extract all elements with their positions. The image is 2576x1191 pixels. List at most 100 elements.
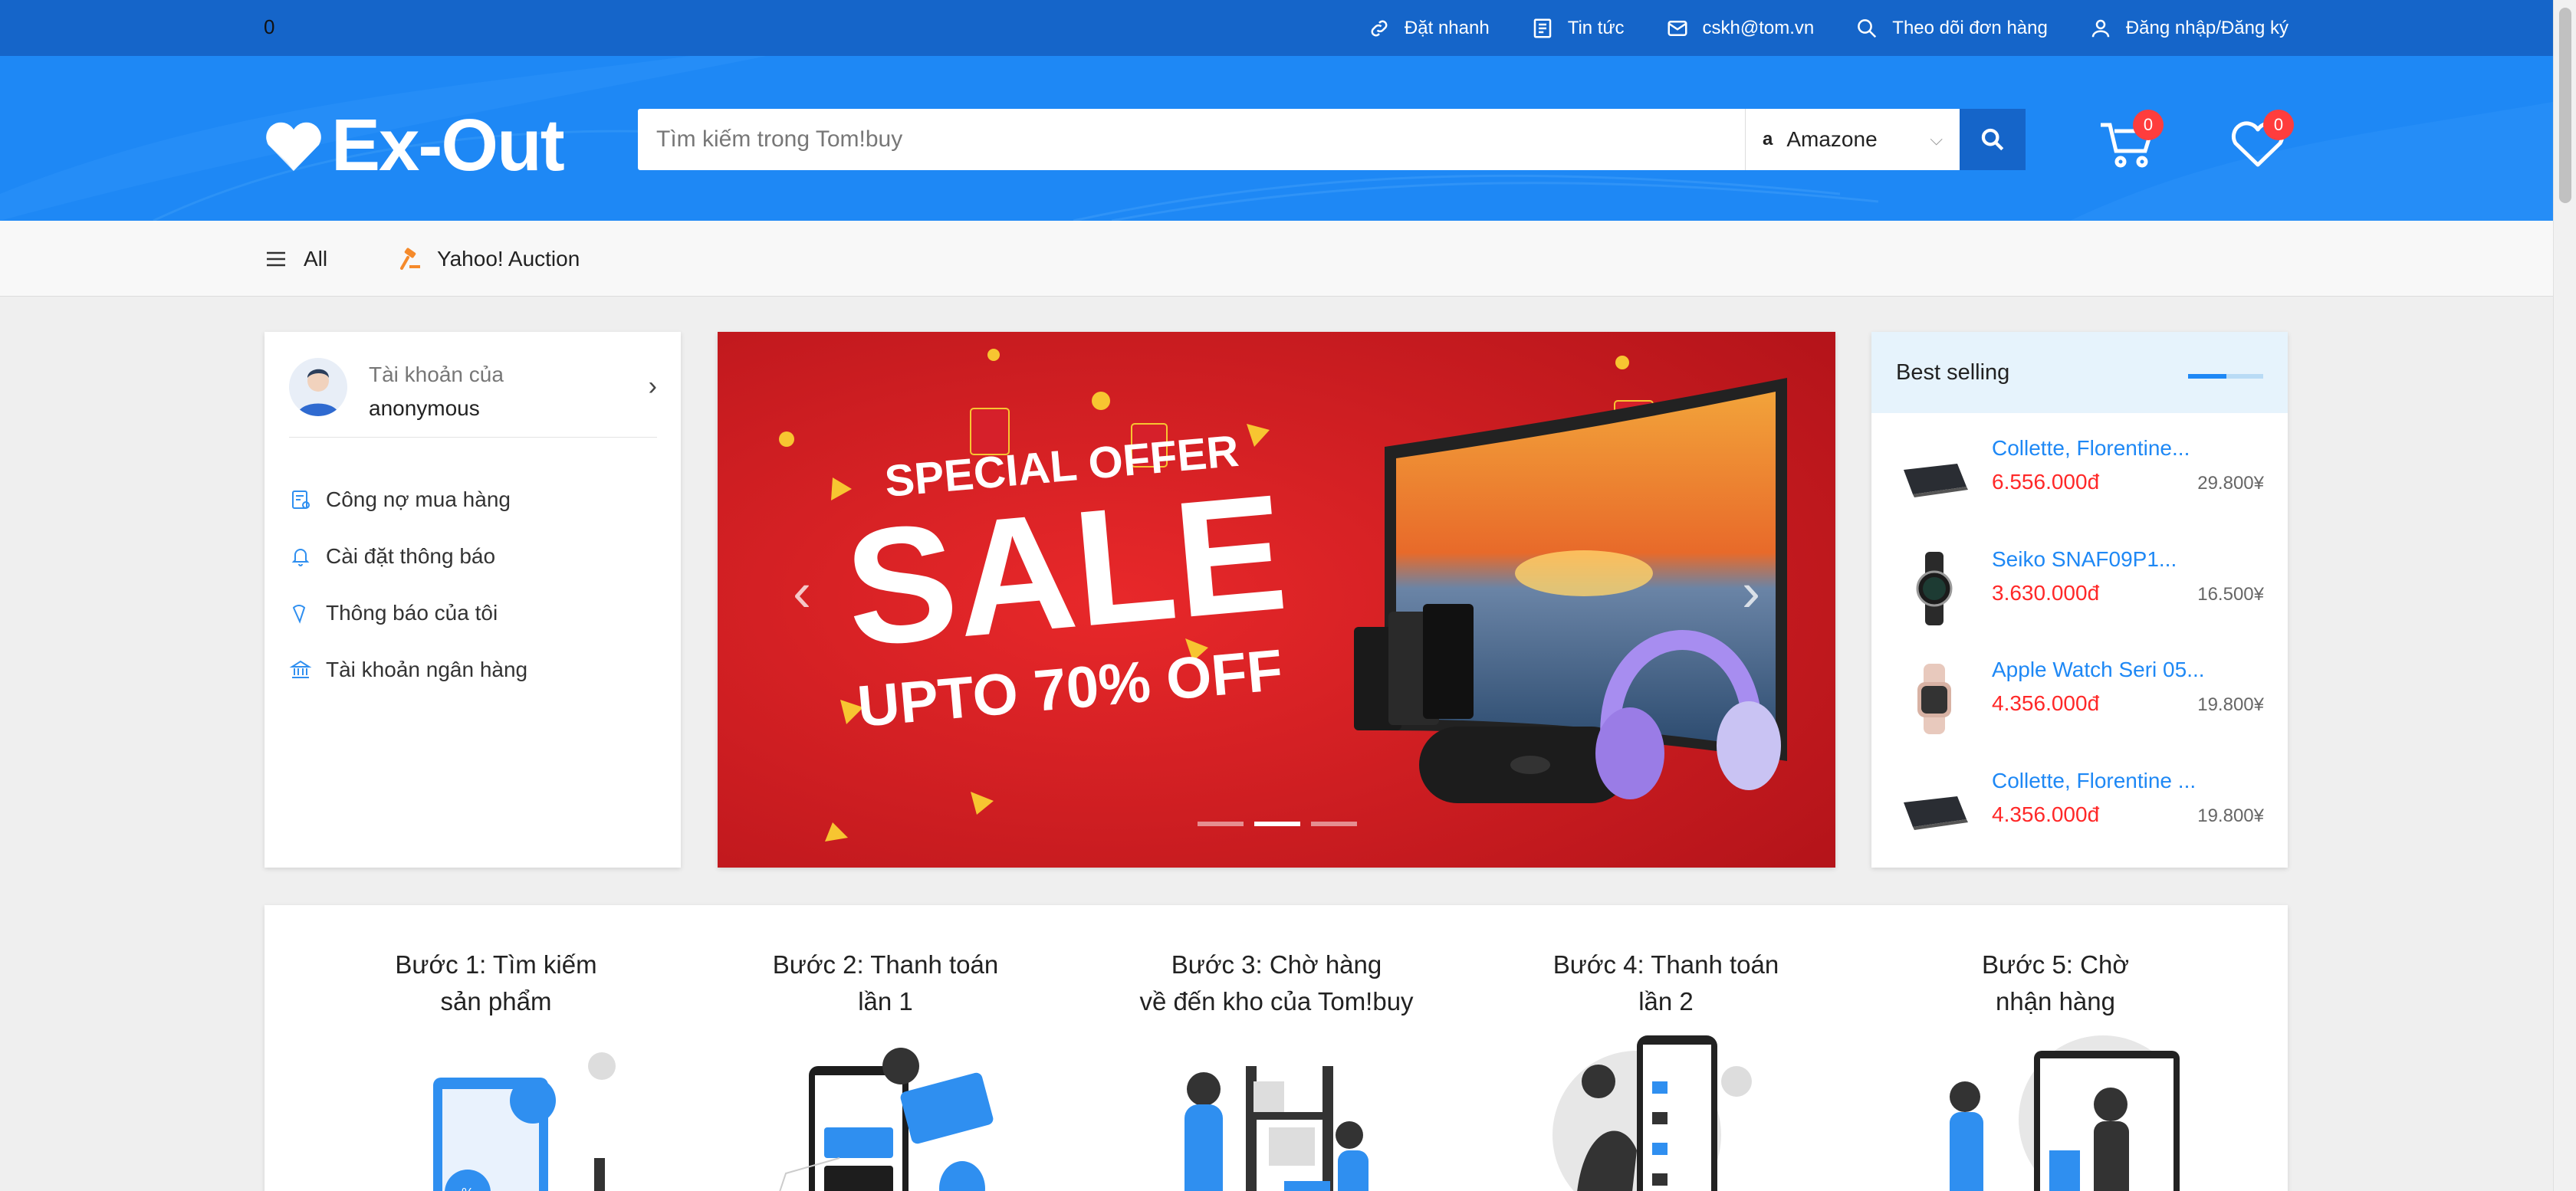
cart-button[interactable]: 0 [2098, 110, 2164, 176]
login-link[interactable]: Đăng nhập/Đăng ký [2089, 17, 2288, 40]
category-all[interactable]: All [264, 221, 327, 297]
order-steps-panel: Bước 1: Tìm kiếm sản phẩm Bước 2: Thanh … [264, 905, 2288, 1191]
menu-notification-settings[interactable]: Cài đặt thông báo [289, 528, 527, 585]
best-selling-header: Best selling [1871, 332, 2288, 413]
notification-icon [292, 605, 306, 624]
product-price: 4.356.000đ [1992, 691, 2100, 715]
bell-icon [291, 549, 310, 566]
laptop-thumbnail [1904, 464, 1968, 497]
step-3-illustration [1184, 1066, 1368, 1191]
news-label: Tin tức [1567, 17, 1625, 38]
account-menu: Công nợ mua hàng Cài đặt thông báo Thông… [289, 471, 527, 698]
menu-my-notifications-label: Thông báo của tôi [326, 601, 498, 625]
product-yen-price: 29.800¥ [2197, 473, 2264, 494]
amazon-logo-icon: a [1763, 129, 1773, 149]
account-header[interactable]: Tài khoản của anonymous › [289, 358, 657, 438]
hamburger-menu-icon [267, 251, 285, 266]
category-bar: All Yahoo! Auction [0, 221, 2553, 297]
best-selling-indicator [2188, 374, 2263, 379]
mail-icon [1668, 20, 1687, 36]
search-button[interactable] [1960, 109, 2026, 170]
banner-artwork: SPECIAL OFFER SALE UPTO 70% OFF [718, 332, 1835, 868]
logo-text: Ex-Out [331, 104, 565, 186]
step-1-illustration: % [433, 1052, 616, 1191]
page-scrollbar[interactable] [2553, 0, 2576, 1191]
search-input[interactable] [638, 109, 1745, 170]
menu-bank-account[interactable]: Tài khoản ngân hàng [289, 641, 527, 698]
step-5-illustration [1950, 1035, 2180, 1191]
step-2-line1: Bước 2: Thanh toán [772, 950, 999, 979]
banner-dot[interactable] [1198, 822, 1244, 826]
cart-count-badge: 0 [2133, 110, 2164, 140]
step-1-line1: Bước 1: Tìm kiếm [395, 950, 597, 979]
step-4-illustration [1552, 1035, 1752, 1191]
product-yen-price: 19.800¥ [2197, 694, 2264, 715]
menu-purchase-debt-label: Công nợ mua hàng [326, 487, 511, 511]
product-price: 6.556.000đ [1992, 470, 2100, 494]
step-1-title: Bước 1: Tìm kiếm sản phẩm [343, 947, 649, 1020]
best-selling-title: Best selling [1896, 359, 2010, 385]
banner-dots [1198, 822, 1357, 826]
category-yahoo-auction[interactable]: Yahoo! Auction [397, 221, 580, 297]
step-3-line2: về đến kho của Tom!buy [1139, 987, 1414, 1015]
product-name: Collette, Florentine... [1992, 436, 2190, 460]
user-icon [2091, 19, 2110, 37]
category-yahoo-label: Yahoo! Auction [437, 246, 580, 271]
product-price: 4.356.000đ [1992, 802, 2100, 826]
wishlist-count-badge: 0 [2263, 110, 2294, 140]
banner-next-button[interactable]: › [1728, 562, 1774, 623]
svg-text:%: % [462, 1186, 474, 1191]
step-2-line2: lần 1 [858, 987, 913, 1015]
step-5-line1: Bước 5: Chờ [1982, 950, 2129, 979]
store-select[interactable]: a Amazone ⌵ [1745, 109, 1960, 170]
header: Ex-Out a Amazone ⌵ 0 0 [0, 56, 2553, 221]
top-nav: Đặt nhanh Tin tức cskh@tom.vn Theo dõi đ… [1368, 0, 2288, 56]
product-yen-price: 16.500¥ [2197, 584, 2264, 605]
account-label: Tài khoản của [369, 363, 504, 386]
bank-icon [289, 660, 312, 678]
menu-purchase-debt[interactable]: Công nợ mua hàng [289, 471, 527, 528]
step-5-line2: nhận hàng [1996, 987, 2115, 1015]
site-logo[interactable]: Ex-Out [264, 103, 565, 188]
banner-dot-active[interactable] [1254, 822, 1300, 826]
search-icon [1858, 18, 1877, 38]
laptop-thumbnail [1904, 796, 1968, 830]
wishlist-button[interactable]: 0 [2228, 110, 2294, 176]
login-label: Đăng nhập/Đăng ký [2125, 17, 2288, 38]
product-yen-price: 19.800¥ [2197, 805, 2264, 826]
category-all-label: All [304, 246, 328, 271]
email-link[interactable]: cskh@tom.vn [1666, 17, 1815, 40]
quick-order-link[interactable]: Đặt nhanh [1368, 17, 1490, 40]
best-selling-item[interactable]: Seiko SNAF09P1... 3.630.000đ 16.500¥ [1896, 541, 2264, 633]
best-selling-item[interactable]: Apple Watch Seri 05... 4.356.000đ 19.800… [1896, 651, 2264, 743]
menu-notification-settings-label: Cài đặt thông báo [326, 544, 496, 568]
product-name: Collette, Florentine ... [1992, 769, 2196, 792]
best-selling-item[interactable]: Collette, Florentine ... 4.356.000đ 19.8… [1896, 763, 2264, 855]
account-username: anonymous [369, 396, 480, 420]
avatar [289, 358, 347, 416]
menu-my-notifications[interactable]: Thông báo của tôi [289, 585, 527, 641]
banner-dot[interactable] [1311, 822, 1357, 826]
step-5-title: Bước 5: Chờ nhận hàng [1902, 947, 2209, 1020]
auction-hammer-icon [400, 247, 420, 270]
top-bar: 0 Đặt nhanh Tin tức cskh@tom.vn Theo dõi… [0, 0, 2553, 56]
best-selling-panel: Best selling Collette, Florentine... 6.5… [1871, 332, 2288, 868]
search-icon [1981, 128, 2004, 151]
product-price: 3.630.000đ [1992, 581, 2100, 605]
step-2-title: Bước 2: Thanh toán lần 1 [732, 947, 1039, 1020]
email-label: cskh@tom.vn [1702, 17, 1815, 38]
scrollbar-thumb[interactable] [2559, 8, 2571, 203]
track-order-link[interactable]: Theo dõi đơn hàng [1855, 17, 2048, 40]
link-icon [1371, 20, 1388, 36]
step-3-title: Bước 3: Chờ hàng về đến kho của Tom!buy [1123, 947, 1430, 1020]
track-order-label: Theo dõi đơn hàng [1892, 17, 2048, 38]
news-icon [1533, 18, 1551, 38]
news-link[interactable]: Tin tức [1531, 17, 1625, 40]
debt-icon [292, 491, 310, 509]
top-counter: 0 [264, 15, 275, 38]
smartwatch-thumbnail [1917, 664, 1951, 734]
banner-prev-button[interactable]: ‹ [779, 562, 825, 623]
promo-banner[interactable]: SPECIAL OFFER SALE UPTO 70% OFF ‹ › [718, 332, 1835, 868]
best-selling-item[interactable]: Collette, Florentine... 6.556.000đ 29.80… [1896, 430, 2264, 522]
menu-bank-account-label: Tài khoản ngân hàng [326, 658, 528, 681]
